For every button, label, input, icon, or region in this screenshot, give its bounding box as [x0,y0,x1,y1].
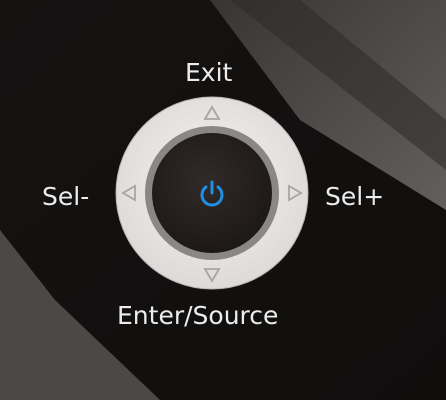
sel-plus-button[interactable] [273,175,313,215]
enter-source-button[interactable] [192,252,232,292]
exit-button[interactable] [192,96,232,136]
sel-minus-button[interactable] [112,175,152,215]
power-button[interactable] [162,144,262,244]
remote-control-panel: Exit Sel- Sel+ Enter/Source [0,0,446,400]
